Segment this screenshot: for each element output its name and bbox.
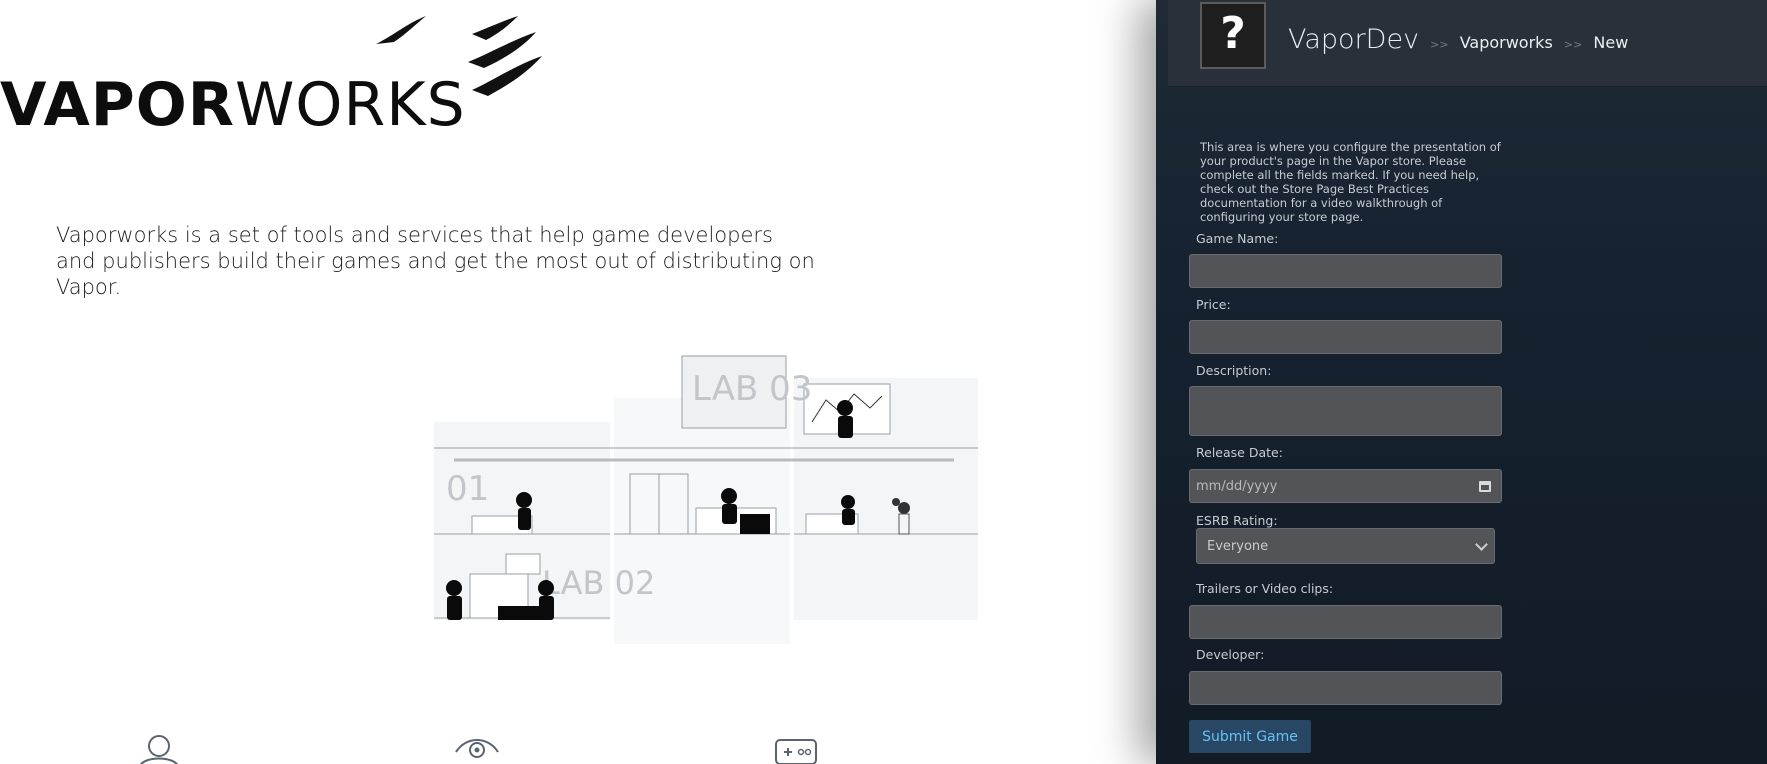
help-text: This area is where you configure the pre… (1200, 140, 1501, 224)
lab-label-02: LAB 02 (542, 564, 655, 602)
esrb-select[interactable]: Everyone (1196, 528, 1495, 564)
breadcrumb-separator: >> (1563, 38, 1583, 51)
description-label: Description: (1196, 363, 1272, 378)
developer-label: Developer: (1196, 647, 1265, 662)
release-date-input[interactable]: mm/dd/yyyy (1189, 469, 1502, 503)
developer-input[interactable] (1189, 671, 1502, 705)
lab-label-03: LAB 03 (692, 369, 812, 409)
game-name-input[interactable] (1189, 254, 1502, 288)
lab-label-01: 01 (446, 469, 489, 509)
lab-illustration: 01 LAB 02 LAB 03 (434, 355, 978, 644)
esrb-label: ESRB Rating: (1196, 513, 1278, 528)
logo-bold: VAPOR (0, 70, 235, 140)
logo-wordmark: VAPORWORKS (0, 70, 466, 140)
intro-text: Vaporworks is a set of tools and service… (56, 223, 815, 299)
marketing-page: VAPORWORKS Vaporworks is a set of tools … (0, 0, 1156, 764)
release-date-label: Release Date: (1196, 445, 1283, 460)
trailers-label: Trailers or Video clips: (1196, 581, 1334, 596)
release-date-placeholder: mm/dd/yyyy (1196, 478, 1278, 494)
price-label: Price: (1196, 297, 1231, 312)
breadcrumb-separator: >> (1430, 38, 1449, 51)
price-input[interactable] (1189, 320, 1502, 354)
chevron-down-icon (1475, 537, 1488, 551)
breadcrumb-root[interactable]: VaporDev (1288, 24, 1419, 55)
gamepad-icon (775, 739, 817, 764)
calendar-icon[interactable] (1479, 480, 1491, 492)
breadcrumb-vaporworks[interactable]: Vaporworks (1460, 33, 1553, 52)
dev-panel: ? VaporDev >> Vaporworks >> New This are… (1156, 0, 1767, 764)
game-name-label: Game Name: (1196, 231, 1279, 246)
vaporworks-logo: VAPORWORKS (0, 12, 560, 140)
eye-icon (455, 739, 499, 758)
logo-light: WORKS (234, 70, 466, 140)
breadcrumb: VaporDev >> Vaporworks >> New (1288, 24, 1628, 55)
user-icon (140, 735, 178, 764)
submit-game-button[interactable]: Submit Game (1189, 720, 1311, 753)
trailers-input[interactable] (1189, 605, 1502, 639)
esrb-selected: Everyone (1207, 538, 1269, 554)
avatar[interactable]: ? (1200, 2, 1266, 69)
description-textarea[interactable] (1189, 386, 1502, 436)
panel-header: ? VaporDev >> Vaporworks >> New (1168, 0, 1767, 87)
breadcrumb-new[interactable]: New (1593, 33, 1628, 52)
